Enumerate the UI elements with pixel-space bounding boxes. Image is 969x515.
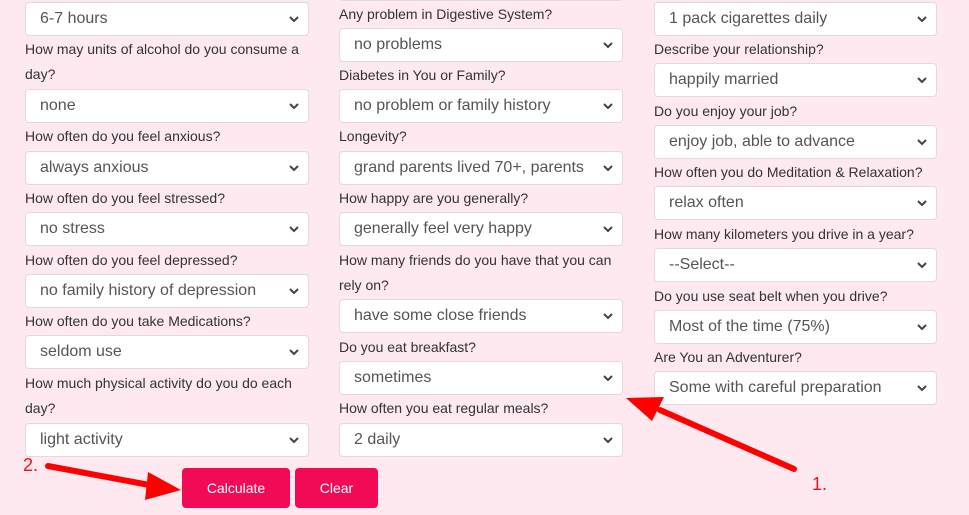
arrow-step-2	[45, 463, 181, 500]
annotation-arrows	[45, 397, 797, 500]
annotation-step-1: 1.	[812, 474, 828, 494]
annotation-step-2: 2.	[23, 455, 39, 475]
arrow-step-1	[626, 397, 797, 472]
